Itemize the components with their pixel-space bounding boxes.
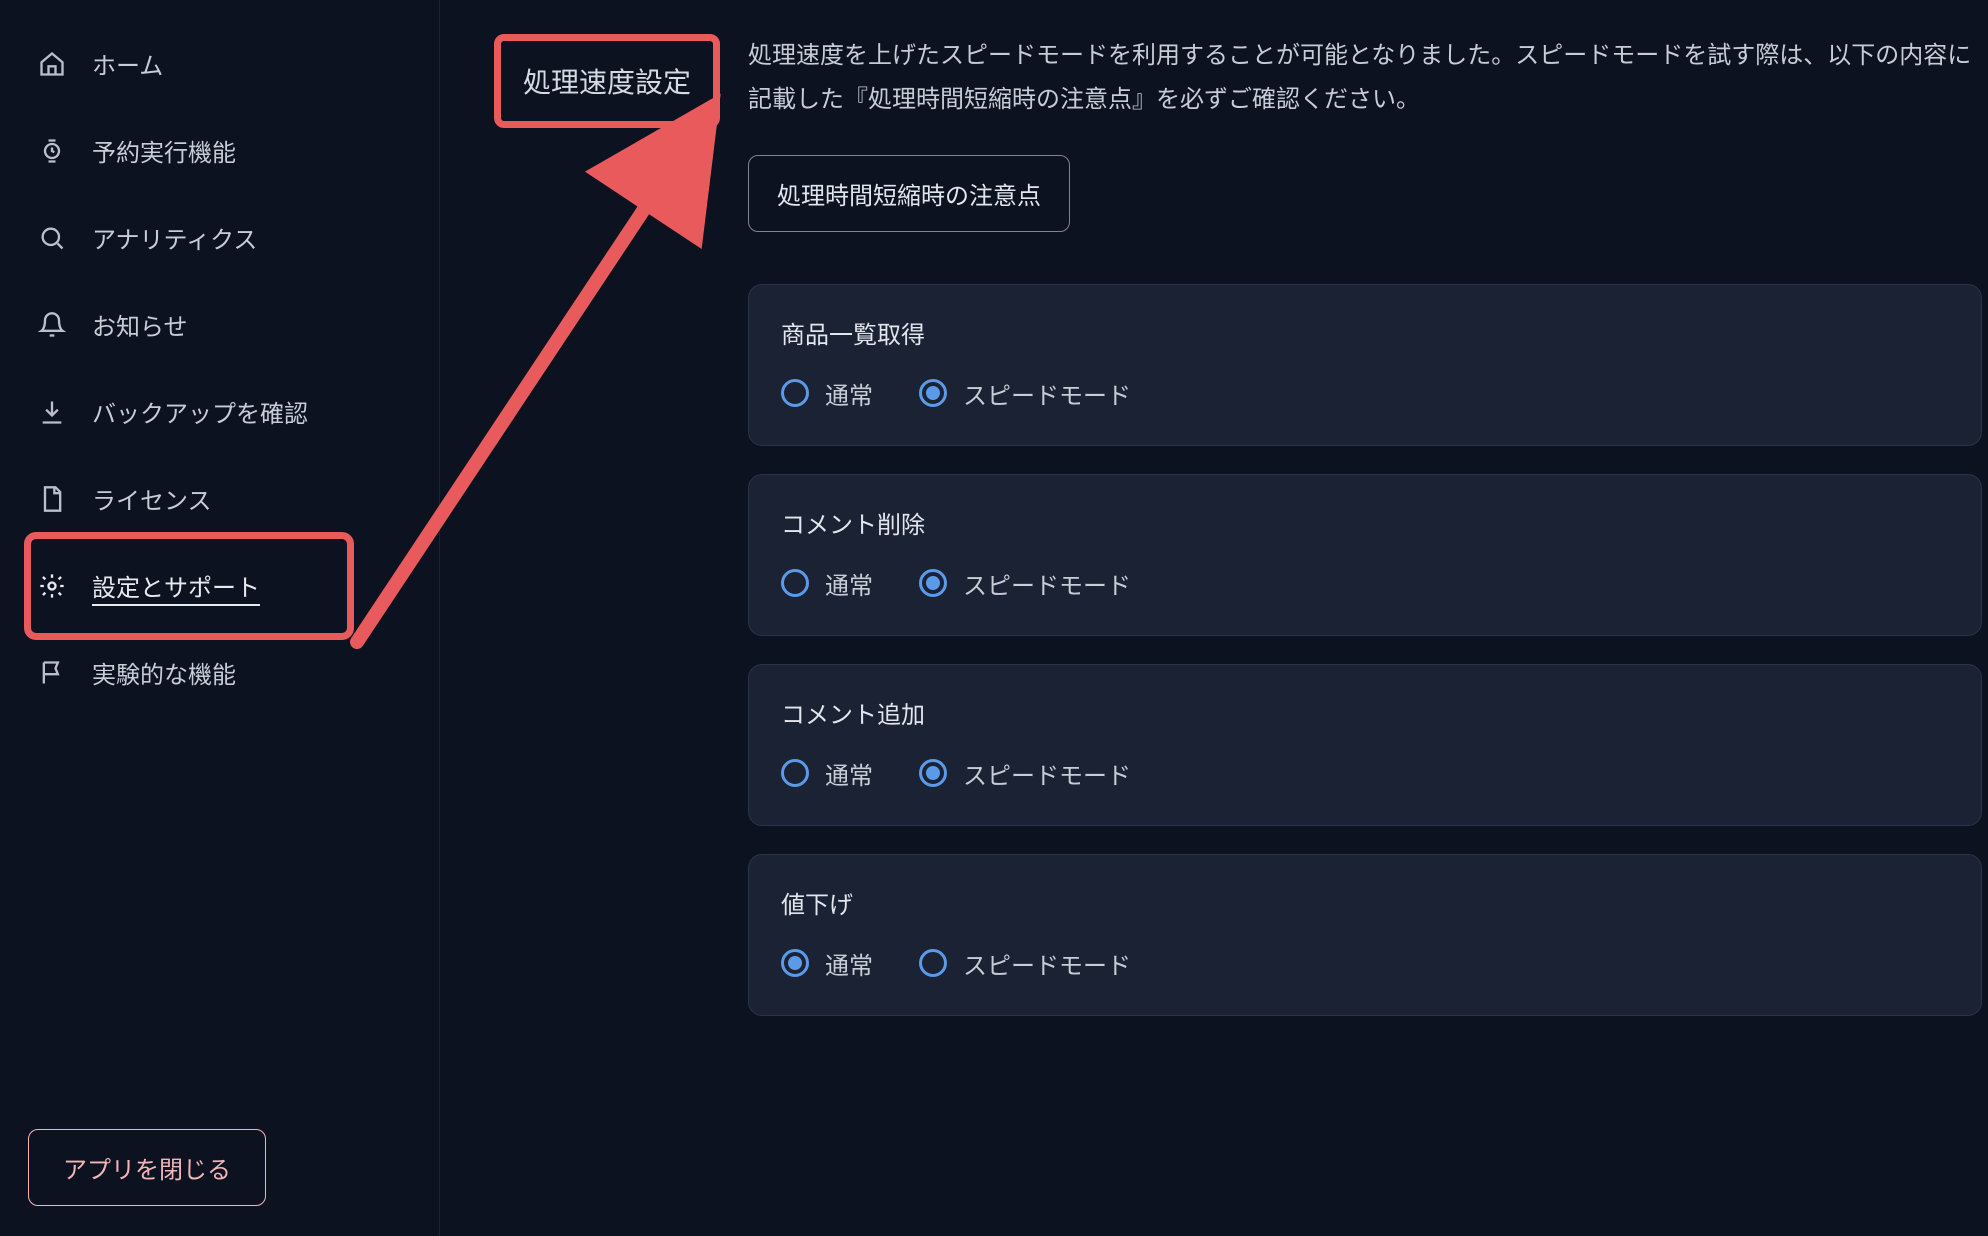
option-card-title: コメント削除 xyxy=(781,505,1949,540)
radio-normal[interactable]: 通常 xyxy=(781,946,873,981)
settings-section: 処理速度設定 処理速度を上げたスピードモードを利用することが可能となりました。ス… xyxy=(460,34,1982,1044)
close-app-button[interactable]: アプリを閉じる xyxy=(28,1129,266,1206)
download-icon xyxy=(38,398,66,426)
section-title: 処理速度設定 xyxy=(523,61,691,101)
radio-indicator xyxy=(781,379,809,407)
radio-label: 通常 xyxy=(825,946,873,981)
option-card-product-list: 商品一覧取得 通常 スピードモード xyxy=(748,284,1982,446)
radio-group: 通常 スピードモード xyxy=(781,756,1949,791)
sidebar-item-label: 実験的な機能 xyxy=(92,655,236,690)
radio-indicator xyxy=(919,379,947,407)
close-app-wrap: アプリを閉じる xyxy=(20,1129,439,1216)
sidebar-item-experimental[interactable]: 実験的な機能 xyxy=(20,629,439,716)
radio-label: スピードモード xyxy=(963,566,1131,601)
radio-indicator xyxy=(781,759,809,787)
radio-speed[interactable]: スピードモード xyxy=(919,376,1131,411)
option-card-price-down: 値下げ 通常 スピードモード xyxy=(748,854,1982,1016)
sidebar-item-backup[interactable]: バックアップを確認 xyxy=(20,368,439,455)
sidebar-item-home[interactable]: ホーム xyxy=(20,20,439,107)
radio-label: スピードモード xyxy=(963,756,1131,791)
sidebar-item-label: ホーム xyxy=(92,46,163,81)
radio-normal[interactable]: 通常 xyxy=(781,566,873,601)
sidebar-item-notifications[interactable]: お知らせ xyxy=(20,281,439,368)
radio-label: スピードモード xyxy=(963,946,1131,981)
main-content: 処理速度設定 処理速度を上げたスピードモードを利用することが可能となりました。ス… xyxy=(440,0,1988,1236)
sidebar-item-label: お知らせ xyxy=(92,307,188,342)
option-card-title: コメント追加 xyxy=(781,695,1949,730)
radio-label: 通常 xyxy=(825,376,873,411)
option-card-title: 商品一覧取得 xyxy=(781,315,1949,350)
sidebar-item-label: 設定とサポート xyxy=(92,568,260,603)
document-icon xyxy=(38,485,66,513)
radio-indicator xyxy=(781,949,809,977)
radio-indicator xyxy=(919,759,947,787)
radio-indicator xyxy=(919,949,947,977)
radio-normal[interactable]: 通常 xyxy=(781,756,873,791)
option-card-title: 値下げ xyxy=(781,885,1949,920)
sidebar-item-settings[interactable]: 設定とサポート xyxy=(20,542,439,629)
sidebar-nav: ホーム 予約実行機能 アナリティクス お知らせ バックアップを確認 xyxy=(20,20,439,716)
bell-icon xyxy=(38,311,66,339)
radio-label: 通常 xyxy=(825,756,873,791)
sidebar-item-license[interactable]: ライセンス xyxy=(20,455,439,542)
radio-speed[interactable]: スピードモード xyxy=(919,566,1131,601)
radio-indicator xyxy=(781,569,809,597)
sidebar-item-label: アナリティクス xyxy=(92,220,257,255)
section-title-wrap: 処理速度設定 xyxy=(460,34,720,1044)
watch-icon xyxy=(38,137,66,165)
radio-indicator xyxy=(919,569,947,597)
flag-icon xyxy=(38,659,66,687)
option-card-comment-delete: コメント削除 通常 スピードモード xyxy=(748,474,1982,636)
annotation-highlight-box: 処理速度設定 xyxy=(494,34,720,128)
home-icon xyxy=(38,50,66,78)
sidebar-item-label: ライセンス xyxy=(92,481,212,516)
gear-icon xyxy=(38,572,66,600)
sidebar-item-label: バックアップを確認 xyxy=(92,394,308,429)
option-card-comment-add: コメント追加 通常 スピードモード xyxy=(748,664,1982,826)
radio-group: 通常 スピードモード xyxy=(781,946,1949,981)
sidebar: ホーム 予約実行機能 アナリティクス お知らせ バックアップを確認 xyxy=(0,0,440,1236)
radio-speed[interactable]: スピードモード xyxy=(919,756,1131,791)
radio-normal[interactable]: 通常 xyxy=(781,376,873,411)
sidebar-item-schedule[interactable]: 予約実行機能 xyxy=(20,107,439,194)
sidebar-item-label: 予約実行機能 xyxy=(92,133,236,168)
section-description: 処理速度を上げたスピードモードを利用することが可能となりました。スピードモードを… xyxy=(748,34,1982,123)
radio-group: 通常 スピードモード xyxy=(781,566,1949,601)
search-icon xyxy=(38,224,66,252)
radio-group: 通常 スピードモード xyxy=(781,376,1949,411)
sidebar-item-analytics[interactable]: アナリティクス xyxy=(20,194,439,281)
section-body: 処理速度を上げたスピードモードを利用することが可能となりました。スピードモードを… xyxy=(748,34,1982,1044)
radio-label: スピードモード xyxy=(963,376,1131,411)
notes-button[interactable]: 処理時間短縮時の注意点 xyxy=(748,155,1070,232)
radio-label: 通常 xyxy=(825,566,873,601)
radio-speed[interactable]: スピードモード xyxy=(919,946,1131,981)
